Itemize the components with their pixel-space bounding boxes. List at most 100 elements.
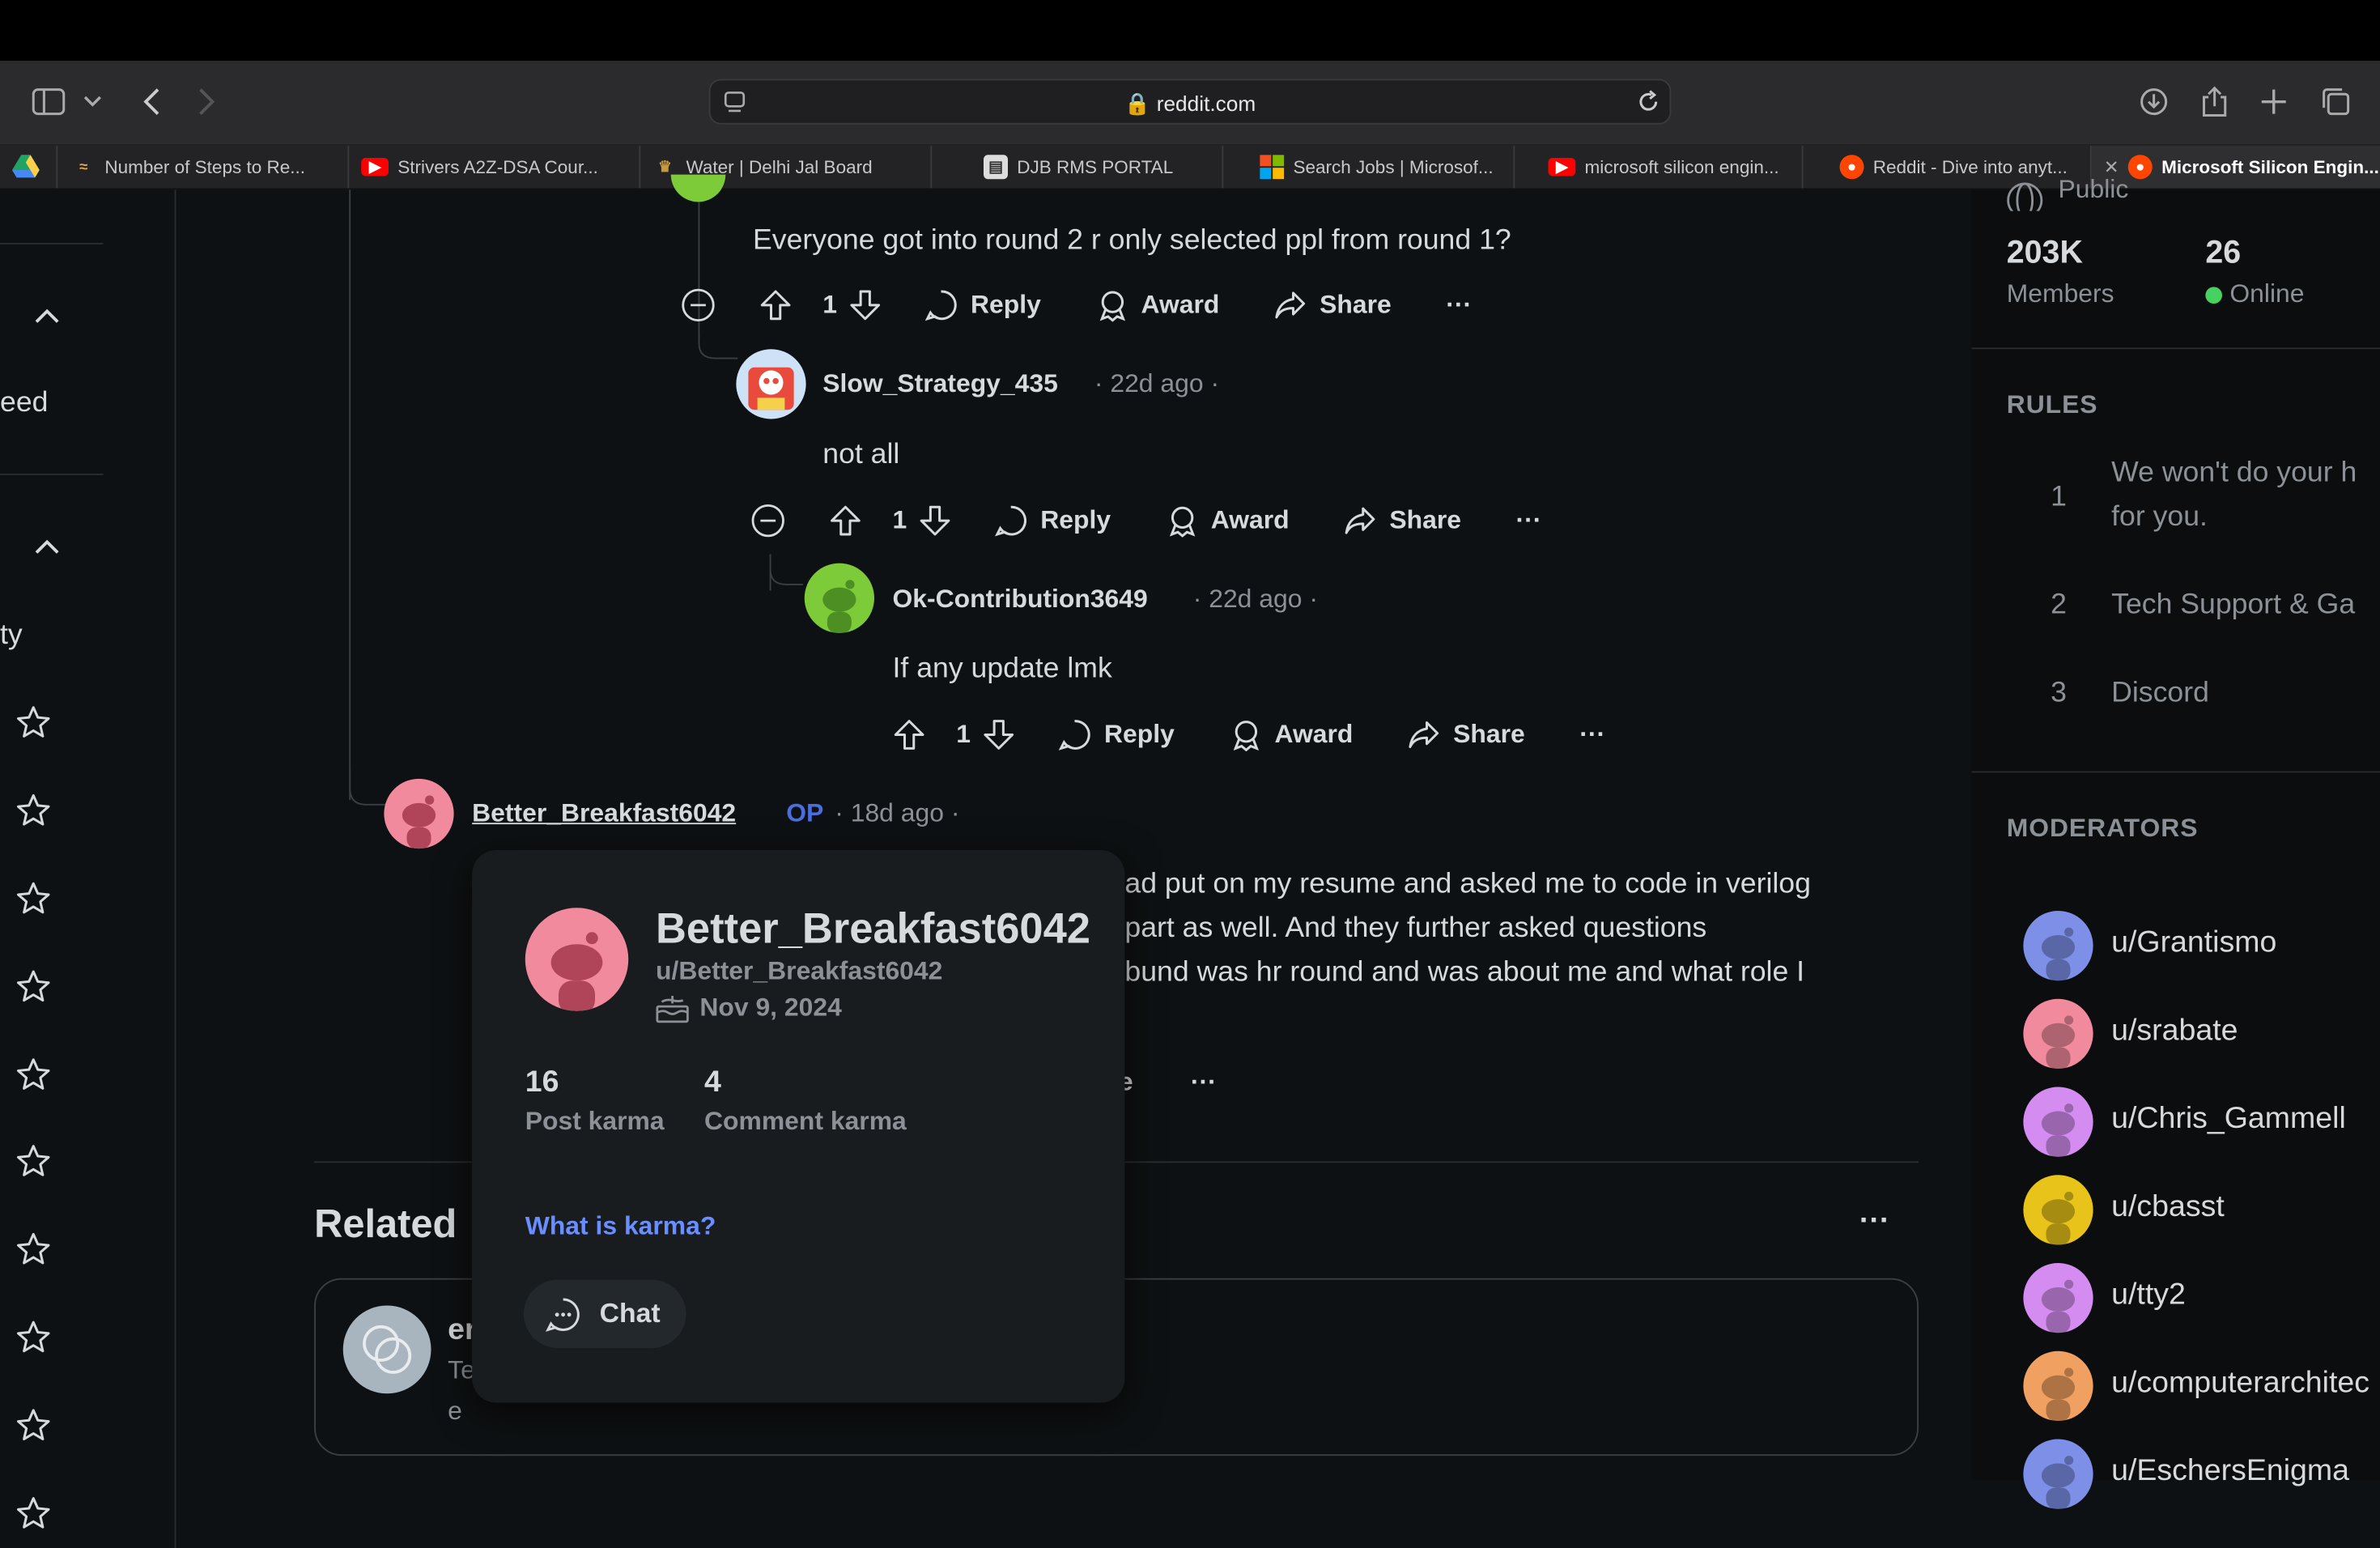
reply-label: Reply	[1040, 505, 1111, 534]
downvote-icon[interactable]	[849, 288, 895, 321]
tab-4[interactable]: ▤ DJB RMS PORTAL	[932, 146, 1224, 189]
favorite-star-icon[interactable]	[15, 881, 52, 917]
related-more-button[interactable]: ···	[1859, 1204, 1889, 1239]
share-button[interactable]: Share	[1274, 288, 1392, 321]
tab-5[interactable]: Search Jobs | Microsof...	[1223, 146, 1515, 189]
divider	[0, 243, 104, 245]
moderator-name[interactable]: u/cbasst	[2111, 1190, 2225, 1225]
favorite-star-icon[interactable]	[15, 1495, 52, 1532]
collapse-icon[interactable]	[680, 287, 729, 323]
drive-icon	[12, 152, 40, 181]
downvote-icon[interactable]	[919, 504, 964, 538]
downloads-icon[interactable]	[2136, 85, 2172, 118]
moderator-avatar[interactable]	[2023, 911, 2093, 981]
favorite-star-icon[interactable]	[15, 1057, 52, 1093]
reload-icon[interactable]	[1636, 90, 1660, 114]
moderator-name[interactable]: u/Grantismo	[2111, 926, 2276, 961]
moderator-name[interactable]: u/tty2	[2111, 1278, 2186, 1313]
reply-button[interactable]: Reply	[1059, 718, 1175, 751]
moderator-avatar[interactable]	[2023, 1350, 2093, 1421]
favorite-star-icon[interactable]	[15, 1407, 52, 1444]
favorite-star-icon[interactable]	[15, 1231, 52, 1268]
tab-label: microsoft silicon engin...	[1584, 156, 1779, 178]
award-button[interactable]: Award	[1095, 288, 1219, 322]
rule-2-line[interactable]: Tech Support & Ga	[2111, 589, 2355, 623]
collapse-icon[interactable]	[750, 503, 798, 539]
moderator-avatar[interactable]	[2023, 1439, 2093, 1509]
chevron-up-icon[interactable]	[31, 299, 64, 332]
chat-button[interactable]: Chat	[523, 1279, 686, 1348]
nav-item-feed[interactable]: eed	[0, 387, 48, 420]
comment-karma-value: 4	[704, 1065, 721, 1099]
back-icon[interactable]	[134, 85, 170, 118]
tab-7[interactable]: ● Reddit - Dive into anyt...	[1804, 146, 2092, 189]
award-button[interactable]: Award	[1166, 504, 1290, 538]
url-display[interactable]: 🔒 reddit.com	[711, 91, 1670, 117]
moderator-avatar[interactable]	[2023, 1175, 2093, 1245]
avatar[interactable]	[804, 563, 874, 633]
upvote-icon[interactable]	[759, 288, 805, 321]
award-button[interactable]: Award	[1229, 718, 1353, 752]
comment-age: 22d ago	[1209, 584, 1303, 614]
op-badge: OP	[786, 798, 824, 827]
sidebar-toggle-icon[interactable]	[31, 85, 67, 118]
moderator-name[interactable]: u/Chris_Gammell	[2111, 1102, 2346, 1137]
tab-active[interactable]: ✕ ● Microsoft Silicon Engin...	[2091, 146, 2380, 189]
address-bar[interactable]: 🔒 reddit.com	[708, 79, 1672, 125]
moderator-avatar[interactable]	[2023, 1263, 2093, 1333]
rule-1-line[interactable]: for you.	[2111, 501, 2208, 534]
upvote-icon[interactable]	[829, 504, 874, 538]
tab-drive[interactable]	[0, 146, 58, 189]
chat-icon	[545, 1295, 581, 1332]
comment-actions: 1 Reply Award Share ···	[680, 281, 1502, 330]
user-display-name[interactable]: Better_Breakfast6042	[656, 905, 1090, 954]
moderator-name[interactable]: u/srabate	[2111, 1014, 2238, 1049]
moderator-avatar[interactable]	[2023, 1087, 2093, 1157]
chevron-up-icon[interactable]	[31, 529, 64, 563]
user-avatar[interactable]	[525, 908, 629, 1011]
forward-icon[interactable]	[189, 85, 225, 118]
tab-1[interactable]: ≈ Number of Steps to Re...	[59, 146, 350, 189]
community-avatar	[342, 1305, 431, 1394]
avatar[interactable]	[384, 778, 454, 849]
reply-button[interactable]: Reply	[925, 288, 1041, 321]
downvote-icon[interactable]	[983, 718, 1028, 751]
tab-label: Number of Steps to Re...	[104, 156, 305, 178]
tab-overview-icon[interactable]	[2318, 85, 2354, 118]
favorite-star-icon[interactable]	[15, 793, 52, 829]
share-icon[interactable]	[2196, 85, 2233, 118]
chevron-down-icon[interactable]	[79, 85, 107, 118]
share-label: Share	[1320, 290, 1392, 319]
comment-author[interactable]: Ok-Contribution3649	[893, 585, 1148, 615]
more-options-button[interactable]: ···	[1191, 1067, 1217, 1098]
rule-1-line[interactable]: We won't do your h	[2111, 457, 2357, 490]
comment-author[interactable]: Better_Breakfast6042	[472, 798, 736, 829]
moderator-avatar[interactable]	[2023, 998, 2093, 1069]
what-is-karma-link[interactable]: What is karma?	[525, 1211, 716, 1242]
thread-curve	[698, 334, 738, 359]
moderator-name[interactable]: u/computerarchitec	[2111, 1367, 2369, 1401]
favorite-star-icon[interactable]	[15, 704, 52, 741]
nav-item-community[interactable]: ty	[0, 619, 23, 653]
favorite-star-icon[interactable]	[15, 1319, 52, 1355]
more-options-button[interactable]: ···	[1579, 720, 1605, 751]
moderator-name[interactable]: u/EschersEnigma	[2111, 1454, 2349, 1489]
rule-3-line[interactable]: Discord	[2111, 677, 2209, 710]
reply-button[interactable]: Reply	[995, 504, 1111, 538]
favorite-star-icon[interactable]	[15, 968, 52, 1005]
comment-author[interactable]: Slow_Strategy_435	[822, 369, 1058, 400]
portal-icon: ▤	[984, 155, 1008, 180]
share-button[interactable]: Share	[1408, 718, 1525, 751]
more-options-button[interactable]: ···	[1446, 290, 1472, 321]
tab-2[interactable]: ▶ Strivers A2Z-DSA Cour...	[349, 146, 641, 189]
favorite-star-icon[interactable]	[15, 1143, 52, 1180]
upvote-icon[interactable]	[893, 718, 938, 751]
avatar[interactable]	[736, 349, 806, 419]
divider	[0, 474, 104, 475]
members-count: 203K	[2006, 235, 2083, 270]
new-tab-icon[interactable]	[2255, 85, 2292, 118]
more-options-button[interactable]: ···	[1516, 505, 1542, 536]
avatar[interactable]	[670, 174, 726, 202]
tab-6[interactable]: ▶ microsoft silicon engin...	[1515, 146, 1804, 189]
share-button[interactable]: Share	[1344, 504, 1461, 538]
